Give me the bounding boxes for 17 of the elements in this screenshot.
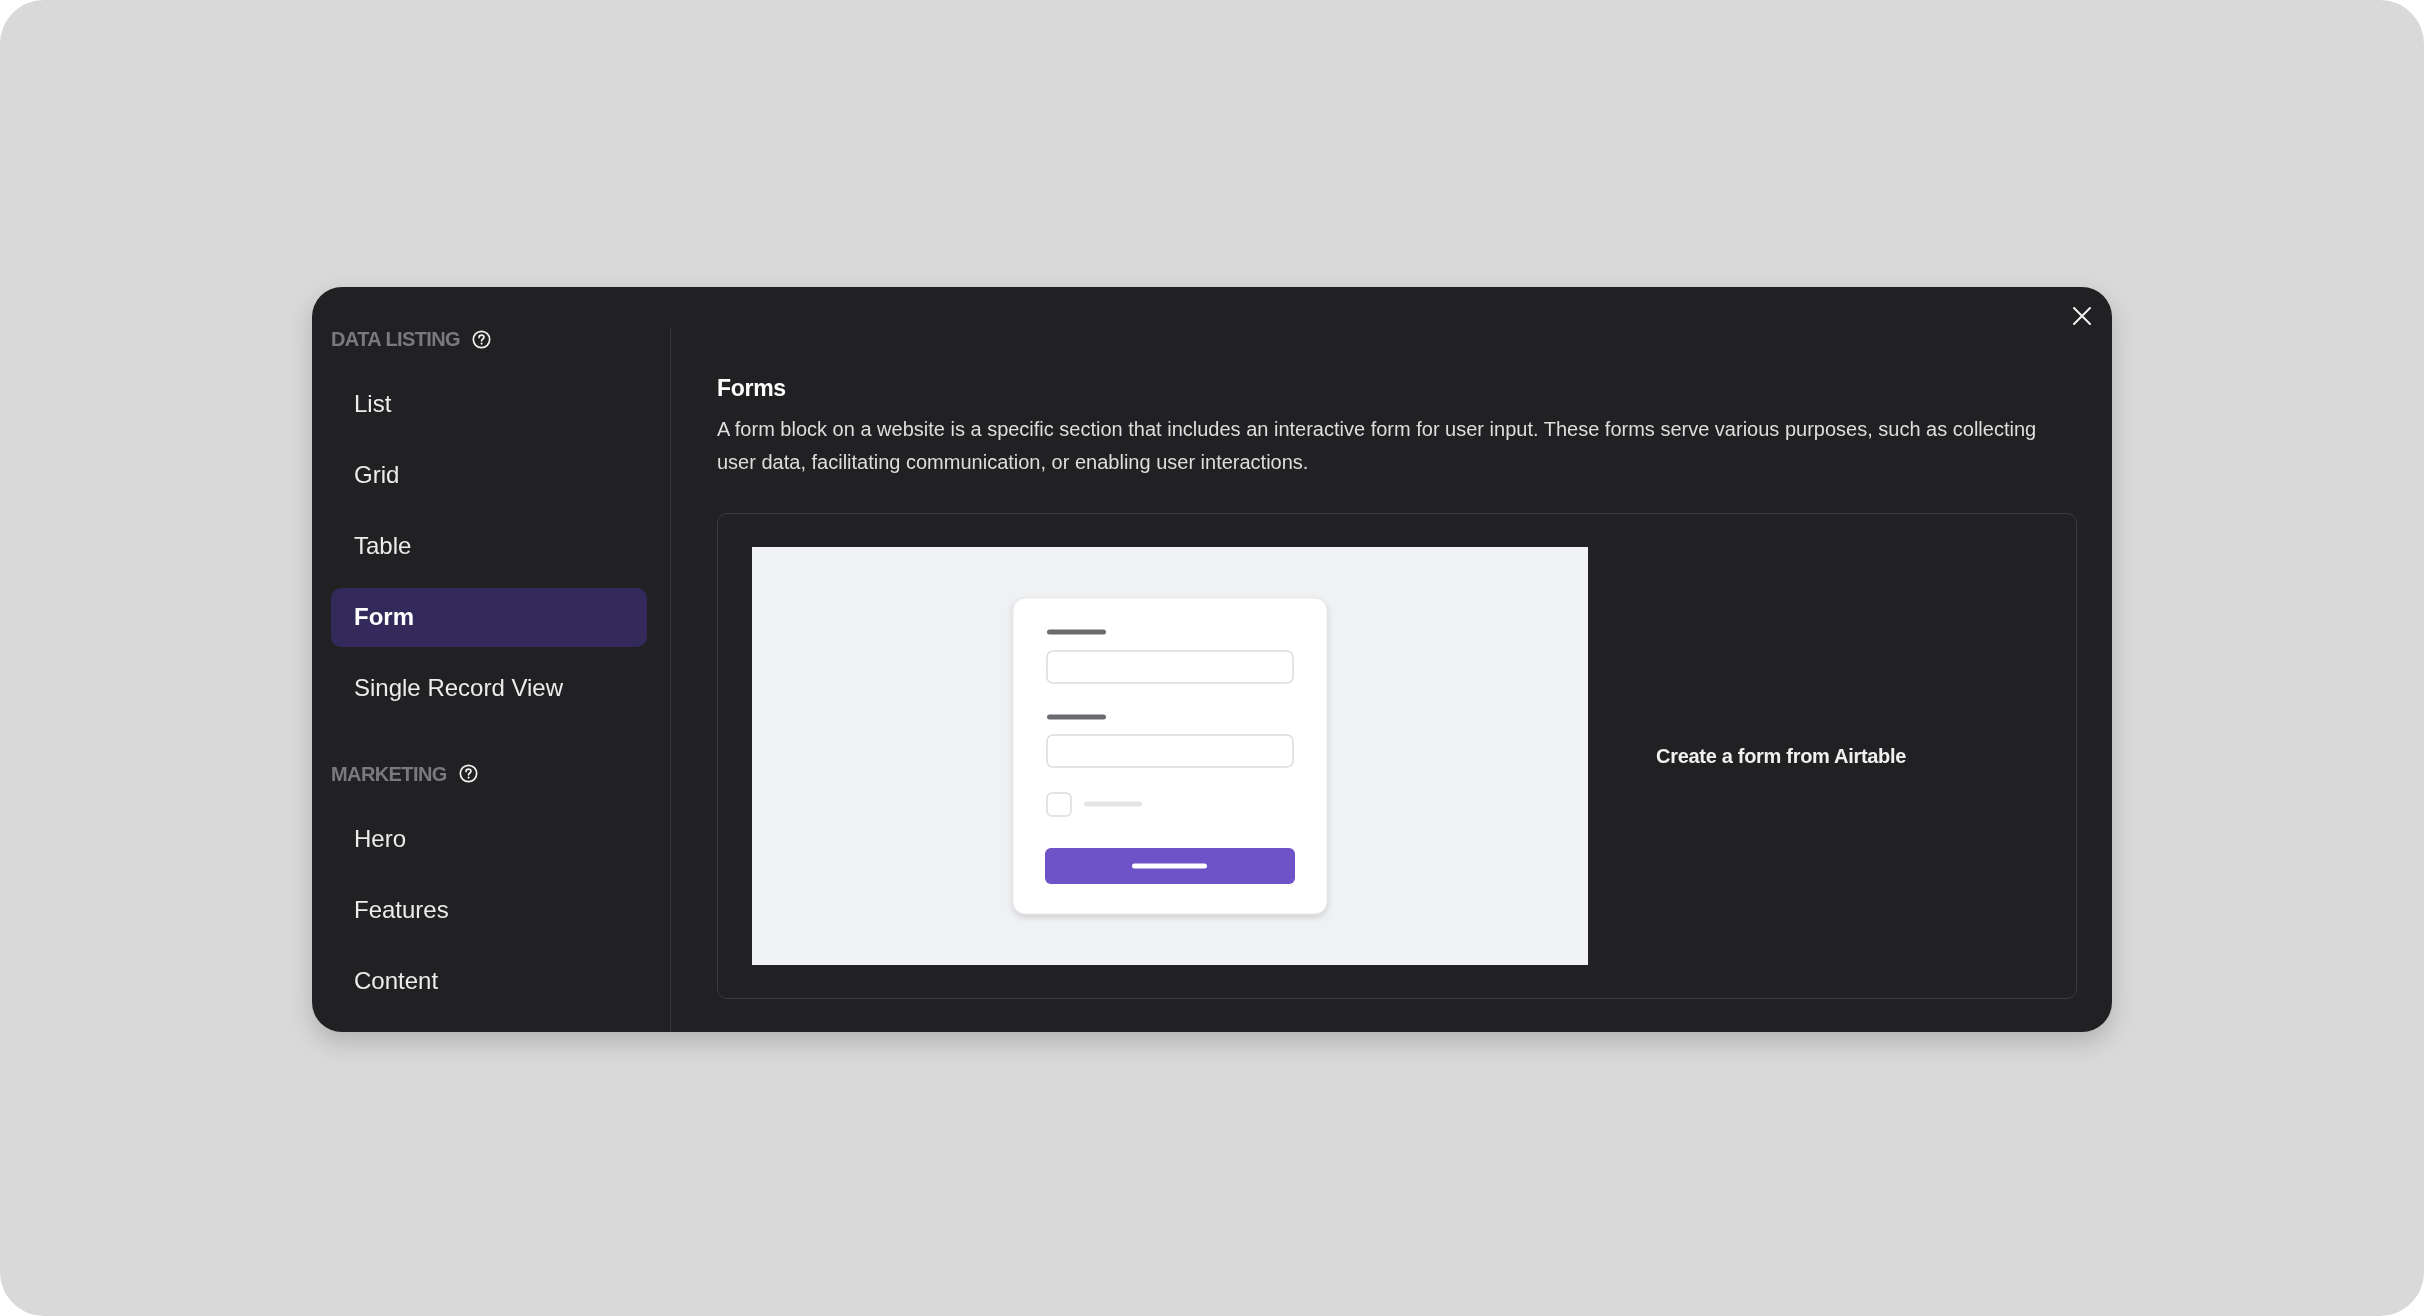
close-icon xyxy=(2073,307,2091,325)
sidebar-item[interactable]: Content xyxy=(331,951,647,1010)
sidebar-item[interactable]: List xyxy=(331,374,647,434)
sidebar-item[interactable]: Grid xyxy=(331,445,647,505)
section-heading: MARKETING xyxy=(331,761,447,786)
preview-card[interactable]: Create a form from Airtable xyxy=(717,513,2077,999)
preview-caption: Create a form from Airtable xyxy=(1656,744,1907,768)
help-icon[interactable] xyxy=(458,764,478,783)
sidebar-item[interactable]: Form xyxy=(331,587,647,647)
sidebar-item[interactable]: Single Record View xyxy=(331,658,647,718)
sidebar-item[interactable]: Table xyxy=(331,516,647,576)
sidebar-item[interactable]: Features xyxy=(331,880,647,939)
section-heading: DATA LISTING xyxy=(331,327,461,351)
sidebar-item[interactable]: Hero xyxy=(331,809,647,868)
help-icon[interactable] xyxy=(472,329,492,349)
content-description: A form block on a website is a specific section that includes an interactive form for user input. These forms serve various purposes, such as collecting user data, facilitating communication, or enabling user interactions. xyxy=(717,417,2038,475)
content-title: Forms xyxy=(717,374,787,402)
